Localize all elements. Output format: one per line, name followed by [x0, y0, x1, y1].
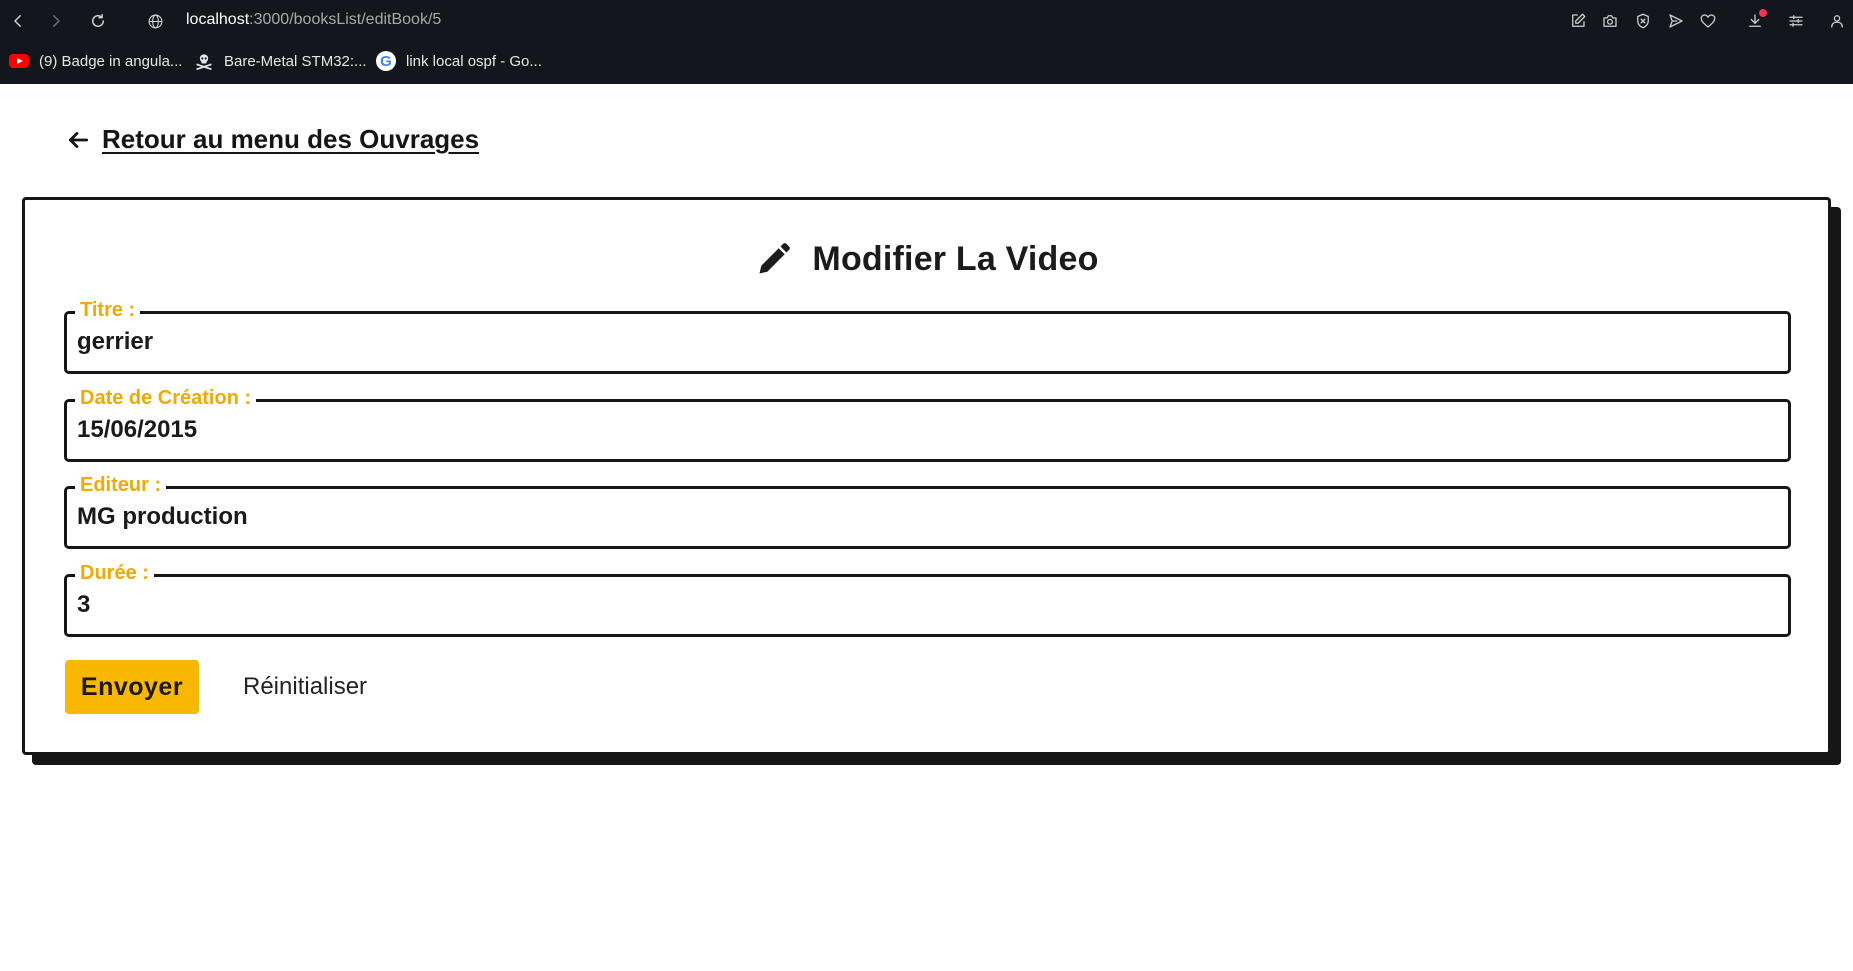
reload-icon — [92, 13, 104, 27]
chevron-right-icon — [53, 15, 60, 27]
bookmark-item[interactable]: Bare-Metal STM32:... — [194, 51, 367, 71]
form-header: Modifier La Video — [25, 240, 1828, 279]
youtube-icon — [9, 51, 29, 71]
creation-date-field: Date de Création : — [64, 387, 1791, 462]
profile-button[interactable] — [1825, 9, 1849, 33]
heart-icon — [1700, 14, 1716, 28]
globe-icon — [148, 14, 162, 28]
arrow-left-icon — [64, 126, 92, 154]
adblock-button[interactable] — [1631, 9, 1655, 33]
edit-page-button[interactable] — [1566, 9, 1590, 33]
publisher-label: Editeur : — [75, 474, 167, 496]
bookmark-label: link local ospf - Go... — [406, 52, 542, 70]
google-icon: G — [376, 51, 396, 71]
back-button[interactable] — [6, 9, 30, 33]
publisher-field: Editeur : — [64, 474, 1791, 549]
bookmark-item[interactable]: G link local ospf - Go... — [376, 51, 542, 71]
bookmark-item[interactable]: (9) Badge in angula... — [9, 51, 182, 71]
submit-button[interactable]: Envoyer — [65, 660, 199, 714]
url-path: :3000/booksList/editBook/5 — [249, 11, 442, 28]
edit-square-icon — [1572, 13, 1586, 27]
skull-crossbones-icon — [194, 51, 214, 71]
site-info-button[interactable] — [144, 10, 166, 32]
duration-field: Durée : — [64, 562, 1791, 637]
reload-button[interactable] — [86, 9, 110, 33]
back-to-books-link[interactable]: Retour au menu des Ouvrages — [64, 124, 479, 155]
shield-x-icon — [1637, 13, 1649, 29]
duration-input[interactable] — [77, 591, 1777, 619]
back-link-label: Retour au menu des Ouvrages — [102, 124, 480, 154]
browser-toolbar: localhost:3000/booksList/editBook/5 — [0, 0, 1853, 42]
settings-button[interactable] — [1784, 9, 1808, 33]
bookmarks-bar: (9) Badge in angula... Bare-Metal STM32:… — [0, 48, 1853, 76]
title-field: Titre : — [64, 299, 1791, 374]
url-host: localhost — [186, 11, 250, 28]
form-title: Modifier La Video — [812, 240, 1099, 278]
send-icon — [1669, 14, 1683, 28]
publisher-input[interactable] — [77, 503, 1777, 531]
send-button[interactable] — [1664, 9, 1688, 33]
edit-video-form: Modifier La Video Titre : Date de Créati… — [22, 197, 1831, 755]
camera-icon — [1603, 15, 1617, 27]
bookmark-label: (9) Badge in angula... — [39, 52, 183, 70]
download-badge — [1759, 9, 1767, 17]
sliders-icon — [1789, 15, 1803, 27]
screenshot-button[interactable] — [1598, 9, 1622, 33]
title-input[interactable] — [77, 328, 1777, 356]
creation-date-input[interactable] — [77, 416, 1777, 444]
bookmark-label: Bare-Metal STM32:... — [224, 52, 367, 70]
creation-date-label: Date de Création : — [75, 387, 257, 409]
address-bar[interactable]: localhost:3000/booksList/editBook/5 — [186, 11, 441, 29]
favorites-button[interactable] — [1696, 9, 1720, 33]
reset-button[interactable]: Réinitialiser — [243, 660, 367, 714]
chevron-left-icon — [14, 15, 21, 27]
user-icon — [1831, 15, 1843, 28]
browser-chrome: localhost:3000/booksList/editBook/5 (9) … — [0, 0, 1853, 84]
pencil-icon — [754, 241, 792, 279]
title-field-label: Titre : — [75, 299, 141, 321]
duration-label: Durée : — [75, 562, 154, 584]
forward-button[interactable] — [44, 9, 68, 33]
downloads-button[interactable] — [1743, 9, 1767, 33]
